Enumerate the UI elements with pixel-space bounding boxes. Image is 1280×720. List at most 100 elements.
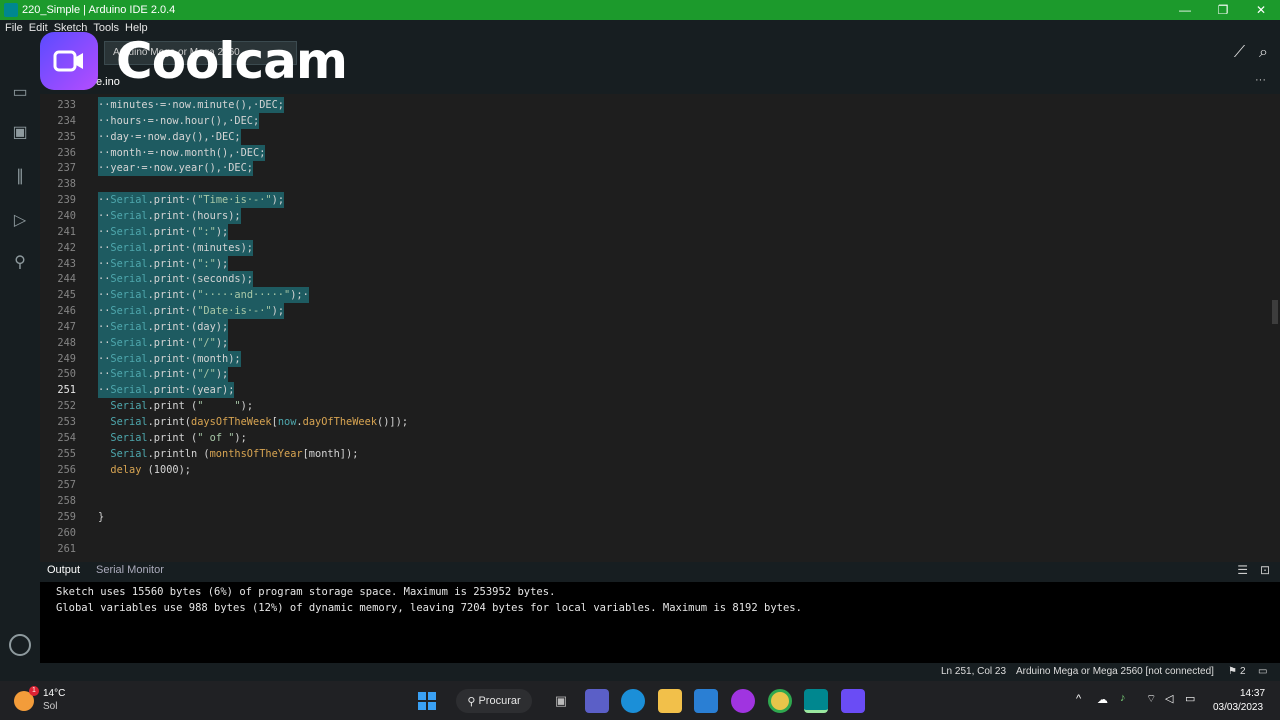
code-token: .print·(minutes); [147, 241, 253, 254]
code-token: delay [110, 463, 142, 476]
microphone-icon[interactable]: ♪ [1120, 692, 1126, 704]
edge-icon[interactable] [621, 689, 645, 713]
code-token: ·· [98, 225, 111, 238]
windows-start-icon[interactable] [415, 689, 439, 713]
line-number: 237 [57, 162, 76, 175]
code-token: ··month·=· [98, 146, 160, 159]
line-number: 249 [57, 352, 76, 365]
debug-icon[interactable]: ▷ [8, 208, 32, 232]
line-number: 235 [57, 130, 76, 143]
notifications-count: 2 [1240, 666, 1246, 677]
code-text: } [98, 509, 104, 525]
board-status[interactable]: Arduino Mega or Mega 2560 [not connected… [1016, 666, 1214, 677]
coolcam-taskbar-icon[interactable] [841, 689, 865, 713]
code-text: ··month·=·now.month(),·DEC; [98, 144, 266, 161]
code-line: 244 ··Serial.print·(seconds); [40, 271, 1270, 288]
line-number: 258 [57, 495, 76, 508]
arduino-app-icon [4, 3, 18, 17]
line-number: 236 [57, 146, 76, 159]
line-number: 256 [57, 463, 76, 476]
more-icon[interactable]: ··· [1255, 74, 1266, 86]
output-line: Global variables use 988 bytes (12%) of … [56, 602, 802, 614]
line-number: 250 [57, 368, 76, 381]
line-number: 251 [57, 384, 76, 397]
code-token: ·· [98, 368, 111, 381]
code-token: ":" [197, 257, 216, 270]
line-number: 257 [57, 479, 76, 492]
code-text: ··day·=·now.day(),·DEC; [98, 128, 241, 145]
volume-icon[interactable]: ◁ [1165, 692, 1173, 705]
windows-logo-icon [418, 692, 436, 710]
output-line: Sketch uses 15560 bytes (6%) of program … [56, 586, 556, 598]
code-token: .print( [147, 416, 192, 428]
search-icon[interactable]: ⚲ [8, 250, 32, 274]
mail-icon[interactable] [694, 689, 718, 713]
folder-icon[interactable]: ▭ [8, 80, 32, 104]
code-line: 261 [40, 541, 1270, 556]
tray-chevron-icon[interactable]: ^ [1076, 693, 1081, 705]
code-token: Serial [110, 241, 148, 254]
notifications-icon[interactable]: ⚑ [1228, 666, 1237, 677]
code-token: ); [271, 305, 285, 318]
clock-date[interactable]: 03/03/2023 [1213, 702, 1263, 713]
code-token: Serial [110, 431, 148, 444]
clock-time[interactable]: 14:37 [1240, 688, 1265, 699]
task-view-icon[interactable]: ▣ [549, 689, 573, 713]
messenger-icon[interactable] [731, 689, 755, 713]
arduino-taskbar-icon[interactable] [804, 689, 828, 713]
code-line: 254 Serial.print (" of "); [40, 430, 1270, 446]
menu-file[interactable]: File [5, 22, 23, 34]
code-text: delay (1000); [98, 462, 191, 478]
code-token: "/" [197, 368, 216, 381]
wifi-icon[interactable]: ⌔ [1146, 692, 1156, 706]
clear-output-icon[interactable]: ☰ [1237, 563, 1248, 577]
code-text: ··Serial.print·(minutes); [98, 239, 253, 256]
battery-icon[interactable]: ▭ [1185, 692, 1195, 705]
code-token: Serial [110, 289, 148, 302]
maximize-button[interactable]: ❐ [1204, 0, 1242, 20]
window-titlebar: 220_Simple | Arduino IDE 2.0.4 — ❐ ✕ [0, 0, 1280, 20]
line-number: 244 [57, 273, 76, 286]
chrome-icon[interactable] [768, 689, 792, 713]
lock-icon[interactable]: ⊡ [1260, 563, 1270, 577]
serial-monitor-icon[interactable]: ⌕ [1259, 44, 1268, 62]
profile-icon[interactable] [9, 634, 31, 656]
line-number: 238 [57, 178, 76, 191]
code-token: ":" [197, 225, 216, 238]
editor-scrollbar[interactable] [1272, 300, 1278, 324]
code-line: 258 [40, 493, 1270, 509]
close-button[interactable]: ✕ [1242, 0, 1280, 20]
panel-toggle-icon[interactable]: ▭ [1258, 666, 1267, 677]
tray-app-icon[interactable]: ☁ [1097, 693, 1108, 706]
teams-icon[interactable] [585, 689, 609, 713]
serial-plotter-icon[interactable]: ⟋ [1234, 44, 1245, 62]
code-text: ··Serial.print·(":"); [98, 223, 229, 240]
taskbar-search[interactable]: ⚲ Procurar [456, 689, 532, 713]
code-token: "Date·is·-·" [197, 305, 272, 318]
code-token: ·· [98, 241, 111, 254]
code-token: ); [215, 257, 229, 270]
code-editor[interactable]: 233 ··minutes·=·now.minute(),·DEC; 234 ··ho… [40, 94, 1280, 556]
code-text: ··Serial.print·("Time·is·-·"); [98, 192, 285, 209]
file-explorer-icon[interactable] [658, 689, 682, 713]
tab-output[interactable]: Output [47, 564, 80, 576]
camera-icon [53, 50, 83, 72]
coolcam-logo [40, 32, 98, 90]
code-token: (1000); [141, 463, 192, 476]
board-manager-icon[interactable]: ▣ [8, 120, 32, 144]
code-line: 259} [40, 509, 1270, 525]
code-token: Serial [110, 273, 148, 286]
tab-serial-monitor[interactable]: Serial Monitor [96, 564, 164, 576]
cursor-position[interactable]: Ln 251, Col 23 [941, 666, 1006, 677]
code-token: ·· [98, 289, 111, 302]
code-token: [month]); [302, 447, 359, 460]
minimize-button[interactable]: — [1166, 0, 1204, 20]
code-token: .print·(seconds); [147, 273, 253, 286]
code-line: 235 ··day·=·now.day(),·DEC; [40, 128, 1270, 145]
code-line: 250 ··Serial.print·("/"); [40, 366, 1270, 383]
library-manager-icon[interactable]: ∥ [8, 164, 32, 188]
output-panel-header: Output Serial Monitor ☰ ⊡ [40, 562, 1280, 582]
